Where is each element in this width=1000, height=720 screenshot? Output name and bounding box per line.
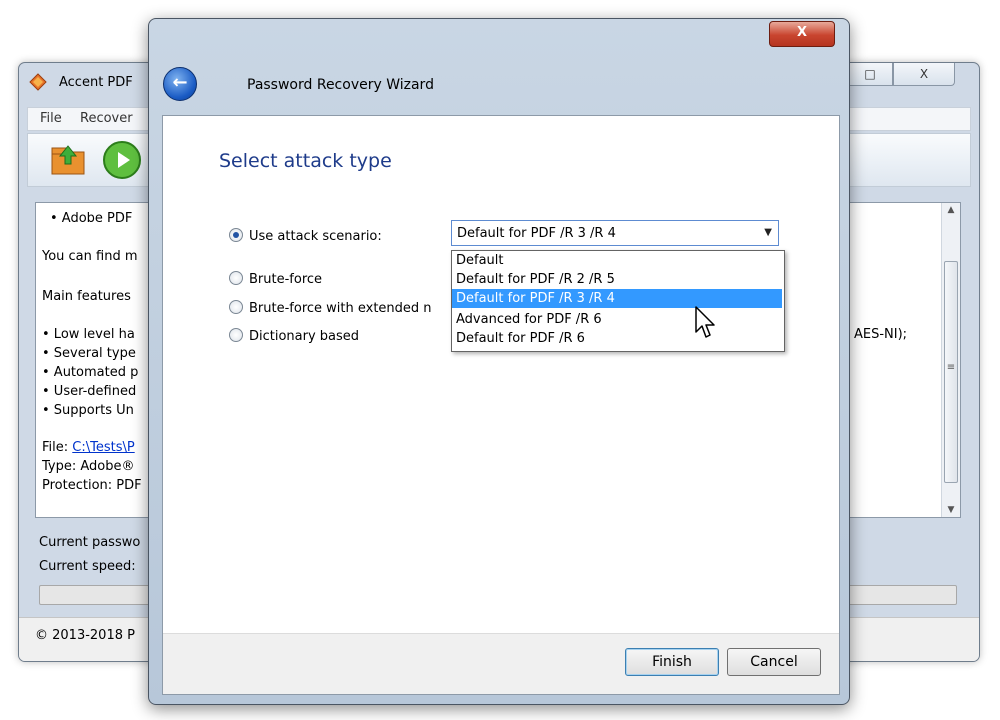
radio-label: Brute-force [249,272,323,287]
info-line: • User-defined [42,384,137,399]
back-button[interactable]: ← [163,67,197,101]
open-folder-icon[interactable] [50,142,86,178]
radio-brute-force[interactable]: Brute-force [229,271,322,287]
wizard-title: Password Recovery Wizard [247,77,434,93]
mouse-cursor-icon [695,306,715,338]
copyright-text: © 2013-2018 P [35,628,135,643]
grip-icon: ≡ [946,362,956,373]
info-line: Main features [42,289,131,304]
start-icon[interactable] [102,140,142,180]
info-line: • Automated p [42,365,139,380]
page-heading: Select attack type [219,150,392,172]
radio-label: Brute-force with extended n [249,301,432,316]
dropdown-option[interactable]: Default for PDF /R 6 [452,329,782,348]
protection-line: Protection: PDF [42,478,142,493]
file-path-link[interactable]: C:\Tests\P [72,440,134,455]
restore-button[interactable]: □ [847,63,893,86]
vertical-scrollbar[interactable]: ▲ ≡ ▼ [941,203,960,517]
dropdown-option-selected[interactable]: Default for PDF /R 3 /R 4 [452,289,782,308]
scroll-down-icon[interactable]: ▼ [942,505,960,515]
dropdown-option[interactable]: Default for PDF /R 2 /R 5 [452,270,782,289]
info-line: • Several type [42,346,136,361]
main-close-button[interactable]: X [893,63,955,86]
app-icon [29,73,47,91]
password-recovery-wizard: X ← Password Recovery Wizard Select atta… [148,18,850,705]
wizard-close-button[interactable]: X [769,21,835,47]
type-line: Type: Adobe® [42,459,135,474]
menu-file[interactable]: File [40,111,62,126]
wizard-body: Select attack type Use attack scenario: … [162,115,840,695]
info-line: • Low level ha [42,327,135,342]
info-line: • Adobe PDF [50,211,133,226]
current-password-label: Current passwo [39,535,141,550]
file-label: File: [42,440,73,455]
file-line: File: C:\Tests\P [42,440,135,455]
radio-button[interactable] [229,328,243,342]
info-line: You can find m [42,249,138,264]
menu-recover[interactable]: Recover [80,111,133,126]
dropdown-option[interactable]: Advanced for PDF /R 6 [452,310,782,329]
attack-scenario-combobox[interactable]: Default for PDF /R 3 /R 4 ▼ [451,220,779,246]
back-arrow-icon: ← [172,72,188,93]
button-bar: Finish Cancel [163,633,839,694]
scroll-up-icon[interactable]: ▲ [942,205,960,215]
scenario-dropdown-list[interactable]: Default Default for PDF /R 2 /R 5 Defaul… [451,250,785,352]
scroll-thumb[interactable]: ≡ [944,261,958,483]
radio-button[interactable] [229,271,243,285]
radio-brute-force-extended[interactable]: Brute-force with extended n [229,300,432,316]
current-speed-label: Current speed: [39,559,136,574]
info-line: • Supports Un [42,403,134,418]
dropdown-option[interactable]: Default [452,251,782,270]
radio-button[interactable] [229,300,243,314]
combobox-value: Default for PDF /R 3 /R 4 [457,226,616,241]
radio-label: Dictionary based [249,329,360,344]
radio-label: Use attack scenario: [249,229,382,244]
cancel-button[interactable]: Cancel [727,648,821,676]
finish-button[interactable]: Finish [625,648,719,676]
radio-attack-scenario[interactable]: Use attack scenario: [229,228,382,244]
close-icon: X [796,25,808,40]
main-window-title: Accent PDF [59,75,133,90]
radio-button-checked[interactable] [229,228,243,242]
combo-arrow-icon[interactable]: ▼ [764,227,772,238]
close-icon: X [919,67,929,81]
info-line-fragment: AES-NI); [854,327,908,342]
radio-dictionary[interactable]: Dictionary based [229,328,359,344]
restore-icon: □ [864,67,876,81]
